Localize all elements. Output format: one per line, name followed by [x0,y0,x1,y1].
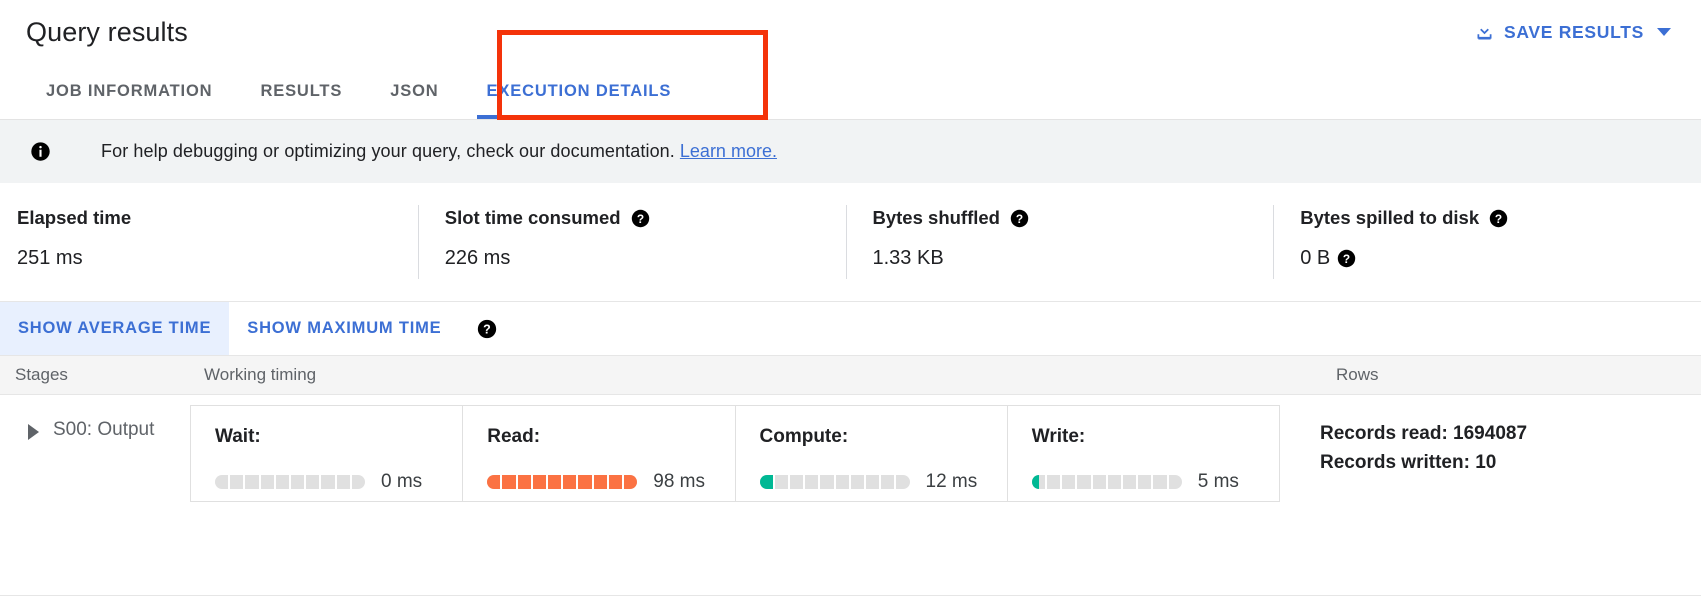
timing-value: 0 ms [381,471,422,493]
tab-execution-details[interactable]: EXECUTION DETAILS [463,64,696,119]
time-mode-toggle: SHOW AVERAGE TIME SHOW MAXIMUM TIME ? [0,302,1701,356]
timing-compute: Compute: 12 ms [735,406,1007,501]
stage-cell[interactable]: S00: Output [0,405,190,515]
learn-more-link[interactable]: Learn more. [680,141,777,162]
working-timing-cell: Wait: 0 ms Read: [190,405,1280,502]
timing-value: 12 ms [926,471,978,493]
write-progress-bar [1032,475,1182,489]
column-header-rows: Rows [1330,365,1701,385]
tab-bar: JOB INFORMATION RESULTS JSON EXECUTION D… [0,64,1701,120]
timing-label: Read: [487,426,734,448]
metric-label: Bytes shuffled ? [873,207,1274,229]
tab-job-information[interactable]: JOB INFORMATION [22,64,236,119]
timing-bar-row: 0 ms [215,471,462,493]
chevron-down-icon[interactable] [1657,28,1671,36]
expand-triangle-icon[interactable] [28,424,39,440]
metric-label: Slot time consumed ? [445,207,846,229]
timing-label: Write: [1032,426,1279,448]
wait-progress-bar [215,475,365,489]
metric-value: 0 B ? [1300,247,1701,270]
timing-value: 5 ms [1198,471,1239,493]
page-title: Query results [26,17,188,48]
column-header-stages: Stages [0,365,190,385]
svg-text:?: ? [484,323,492,337]
page-header: Query results SAVE RESULTS [0,0,1701,64]
timing-write: Write: 5 ms [1007,406,1279,501]
time-mode-help[interactable]: ? [477,319,496,338]
show-average-time-button[interactable]: SHOW AVERAGE TIME [0,302,229,355]
metric-label: Elapsed time [17,207,418,229]
svg-text:?: ? [1016,211,1023,225]
svg-text:?: ? [1495,211,1502,225]
info-banner: For help debugging or optimizing your qu… [0,120,1701,183]
svg-text:?: ? [636,211,643,225]
save-results-label: SAVE RESULTS [1504,22,1644,43]
compute-progress-bar [760,475,910,489]
metric-value: 251 ms [17,247,418,270]
show-maximum-time-button[interactable]: SHOW MAXIMUM TIME [229,302,459,355]
timing-bar-row: 98 ms [487,471,734,493]
timing-wait: Wait: 0 ms [191,406,462,501]
records-read: Records read: 1694087 [1320,419,1701,448]
bottom-divider [0,595,1701,596]
metric-value: 1.33 KB [873,247,1274,270]
metric-value: 226 ms [445,247,846,270]
table-row: S00: Output Wait: 0 ms Read: [0,395,1701,515]
rows-cell: Records read: 1694087 Records written: 1… [1280,405,1701,515]
metric-elapsed-time: Elapsed time 251 ms [0,205,418,279]
help-icon[interactable]: ? [1010,209,1029,228]
svg-text:?: ? [1343,252,1350,266]
metric-slot-time-consumed: Slot time consumed ? 226 ms [418,205,846,279]
read-progress-bar [487,475,637,489]
help-icon[interactable]: ? [1489,209,1508,228]
timing-read: Read: 98 ms [462,406,734,501]
save-results-button[interactable]: SAVE RESULTS [1470,16,1675,49]
timing-bar-row: 12 ms [760,471,1007,493]
tab-json[interactable]: JSON [366,64,462,119]
stage-name: S00: Output [53,419,154,441]
info-banner-text: For help debugging or optimizing your qu… [101,141,675,162]
help-icon[interactable]: ? [477,319,496,338]
timing-label: Wait: [215,426,462,448]
column-header-working-timing: Working timing [190,365,1330,385]
timing-value: 98 ms [653,471,705,493]
help-icon[interactable]: ? [631,209,650,228]
records-written: Records written: 10 [1320,448,1701,477]
help-icon[interactable]: ? [1337,249,1356,268]
download-icon [1474,22,1495,43]
timing-label: Compute: [760,426,1007,448]
timing-bar-row: 5 ms [1032,471,1279,493]
info-icon [30,141,51,162]
tab-results[interactable]: RESULTS [236,64,366,119]
metrics-summary: Elapsed time 251 ms Slot time consumed ?… [0,183,1701,302]
metric-bytes-spilled-to-disk: Bytes spilled to disk ? 0 B ? [1273,205,1701,279]
metric-label: Bytes spilled to disk ? [1300,207,1701,229]
stage-table-header: Stages Working timing Rows [0,356,1701,395]
metric-bytes-shuffled: Bytes shuffled ? 1.33 KB [846,205,1274,279]
